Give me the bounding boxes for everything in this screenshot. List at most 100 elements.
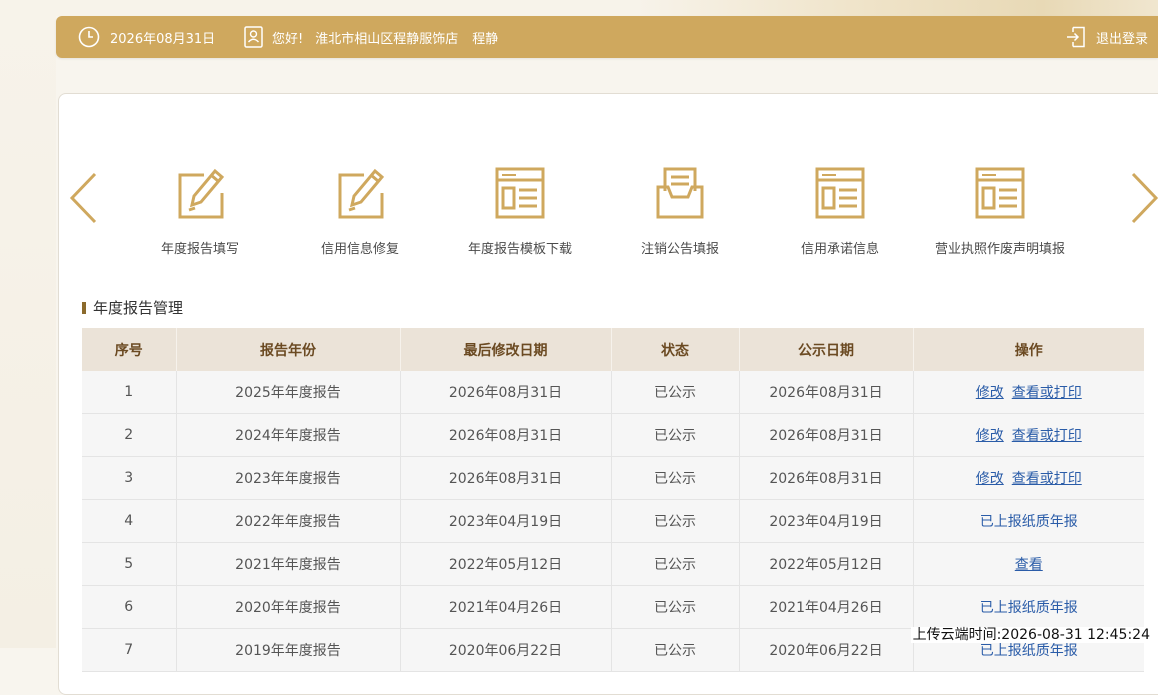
table-row: 3 2023年年度报告 2026年08月31日 已公示 2026年08月31日 … <box>82 456 1144 500</box>
cell-year: 2023年年度报告 <box>176 456 401 500</box>
cell-status: 已公示 <box>611 456 740 500</box>
cell-actions: 修改 查看或打印 <box>913 456 1144 500</box>
cell-no: 7 <box>82 628 177 672</box>
func-label: 信用承诺信息 <box>800 242 879 257</box>
inbox-icon <box>654 165 706 221</box>
paper-report-note: 已上报纸质年报 <box>979 514 1078 530</box>
cell-no: 1 <box>82 371 177 414</box>
cell-no: 2 <box>82 413 177 457</box>
table-header-row: 序号 报告年份 最后修改日期 状态 公示日期 操作 <box>82 328 1144 371</box>
cell-status: 已公示 <box>611 413 740 457</box>
edit-link[interactable]: 修改 <box>976 471 1004 487</box>
cell-year: 2020年年度报告 <box>176 585 401 629</box>
paper-report-note: 已上报纸质年报 <box>979 600 1078 616</box>
cell-modified: 2023年04月19日 <box>400 499 612 543</box>
col-header-actions: 操作 <box>913 328 1144 371</box>
cell-status: 已公示 <box>611 499 740 543</box>
edit-icon <box>174 165 226 221</box>
logout-icon <box>1066 26 1086 48</box>
view-print-link[interactable]: 查看或打印 <box>1012 428 1082 444</box>
cell-modified: 2022年05月12日 <box>400 542 612 586</box>
cell-no: 6 <box>82 585 177 629</box>
table-row: 4 2022年年度报告 2023年04月19日 已公示 2023年04月19日 … <box>82 499 1144 543</box>
func-label: 信用信息修复 <box>320 242 399 257</box>
cell-modified: 2026年08月31日 <box>400 413 612 457</box>
cell-published: 2021年04月26日 <box>739 585 914 629</box>
cell-published: 2022年05月12日 <box>739 542 914 586</box>
cell-no: 3 <box>82 456 177 500</box>
table-row: 1 2025年年度报告 2026年08月31日 已公示 2026年08月31日 … <box>82 371 1144 414</box>
cell-status: 已公示 <box>611 585 740 629</box>
cell-published: 2026年08月31日 <box>739 371 914 414</box>
cell-year: 2024年年度报告 <box>176 413 401 457</box>
document-icon <box>814 165 866 221</box>
col-header-year: 报告年份 <box>176 328 401 371</box>
cell-year: 2021年年度报告 <box>176 542 401 586</box>
paper-report-note: 已上报纸质年报 <box>979 643 1078 659</box>
document-icon <box>494 165 546 221</box>
func-label: 年度报告模板下载 <box>467 242 572 257</box>
section-title: 年度报告管理 <box>82 297 183 318</box>
clock-icon <box>78 26 100 48</box>
func-license-void-declaration[interactable]: 营业执照作废声明填报 <box>920 165 1080 257</box>
edit-link[interactable]: 修改 <box>976 428 1004 444</box>
cell-published: 2026年08月31日 <box>739 456 914 500</box>
cell-status: 已公示 <box>611 371 740 414</box>
func-annual-report-fill[interactable]: 年度报告填写 <box>120 165 280 257</box>
col-header-no: 序号 <box>82 328 177 371</box>
cell-actions: 已上报纸质年报 <box>913 499 1144 543</box>
view-link[interactable]: 查看 <box>1015 557 1043 573</box>
cell-modified: 2026年08月31日 <box>400 371 612 414</box>
col-header-modified: 最后修改日期 <box>400 328 612 371</box>
edit-icon <box>334 165 386 221</box>
func-credit-commitment[interactable]: 信用承诺信息 <box>760 165 920 257</box>
cell-published: 2023年04月19日 <box>739 499 914 543</box>
annual-report-table: 序号 报告年份 最后修改日期 状态 公示日期 操作 1 2025年年度报告 20… <box>82 328 1144 672</box>
cell-actions: 修改 查看或打印 <box>913 371 1144 414</box>
logout-button[interactable]: 退出登录 <box>1066 16 1148 58</box>
section-title-text: 年度报告管理 <box>93 299 184 317</box>
chevron-left-icon <box>69 172 97 224</box>
cell-no: 4 <box>82 499 177 543</box>
cell-year: 2025年年度报告 <box>176 371 401 414</box>
title-marker <box>82 301 86 314</box>
view-print-link[interactable]: 查看或打印 <box>1012 385 1082 401</box>
cell-year: 2019年年度报告 <box>176 628 401 672</box>
table-row: 5 2021年年度报告 2022年05月12日 已公示 2022年05月12日 … <box>82 542 1144 586</box>
cell-modified: 2020年06月22日 <box>400 628 612 672</box>
cell-modified: 2026年08月31日 <box>400 456 612 500</box>
cell-published: 2020年06月22日 <box>739 628 914 672</box>
func-label: 营业执照作废声明填报 <box>934 242 1065 257</box>
cell-actions: 已上报纸质年报 <box>913 585 1144 629</box>
date-display: 2026年08月31日 <box>78 16 215 58</box>
top-bar: 2026年08月31日 您好! 淮北市相山区程静服饰店 程静 退出登录 <box>56 16 1158 58</box>
edit-link[interactable]: 修改 <box>976 385 1004 401</box>
func-label: 年度报告填写 <box>160 242 239 257</box>
cell-status: 已公示 <box>611 628 740 672</box>
cell-modified: 2021年04月26日 <box>400 585 612 629</box>
background-top-decoration <box>0 0 1158 16</box>
user-info: 您好! 淮北市相山区程静服饰店 程静 <box>244 16 498 58</box>
table-row: 6 2020年年度报告 2021年04月26日 已公示 2021年04月26日 … <box>82 585 1144 629</box>
func-credit-repair[interactable]: 信用信息修复 <box>280 165 440 257</box>
col-header-published: 公示日期 <box>739 328 914 371</box>
cell-year: 2022年年度报告 <box>176 499 401 543</box>
cell-actions: 查看 <box>913 542 1144 586</box>
col-header-status: 状态 <box>611 328 740 371</box>
carousel-prev-button[interactable] <box>68 172 98 224</box>
func-template-download[interactable]: 年度报告模板下载 <box>440 165 600 257</box>
background-left <box>0 0 56 648</box>
user-card-icon <box>244 26 263 48</box>
func-label: 注销公告填报 <box>640 242 719 257</box>
view-print-link[interactable]: 查看或打印 <box>1012 471 1082 487</box>
document-icon <box>974 165 1026 221</box>
logout-label: 退出登录 <box>1095 31 1148 47</box>
cell-published: 2026年08月31日 <box>739 413 914 457</box>
cell-no: 5 <box>82 542 177 586</box>
cell-status: 已公示 <box>611 542 740 586</box>
carousel-next-button[interactable] <box>1130 172 1158 224</box>
current-date: 2026年08月31日 <box>110 31 216 47</box>
func-cancellation-notice[interactable]: 注销公告填报 <box>600 165 760 257</box>
company-name: 淮北市相山区程静服饰店 <box>315 31 459 47</box>
user-name: 程静 <box>472 31 499 47</box>
